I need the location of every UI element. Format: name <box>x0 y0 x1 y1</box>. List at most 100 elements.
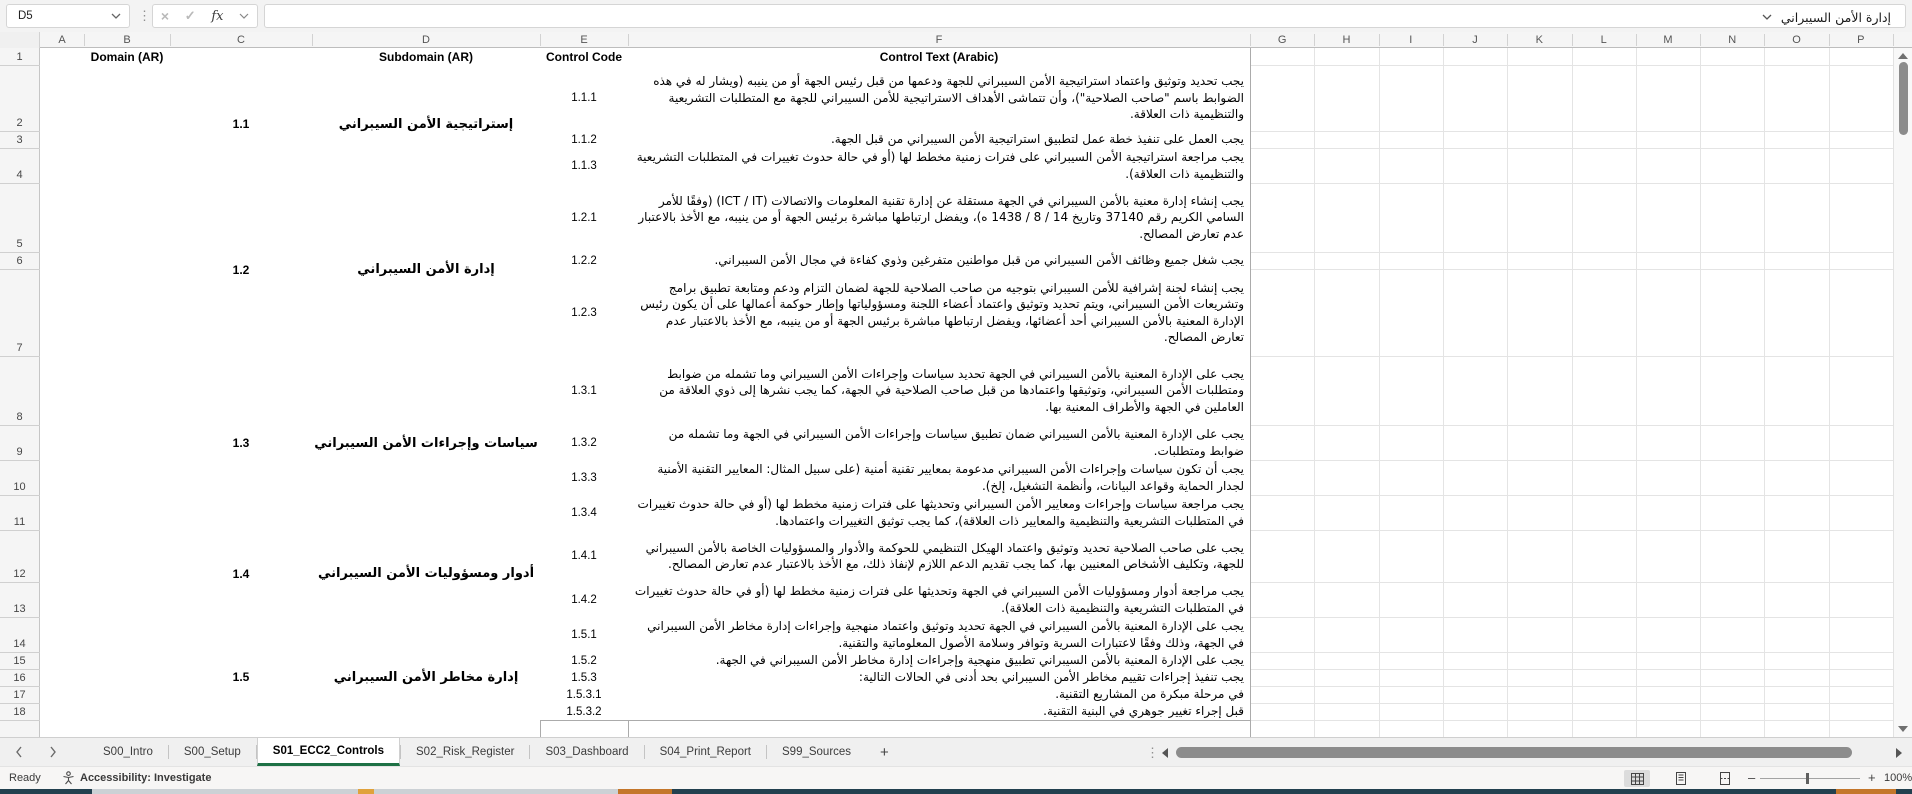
column-header-C[interactable]: C <box>170 32 312 48</box>
cell-control-code-1.2.3[interactable]: 1.2.3 <box>540 269 628 356</box>
zoom-slider-track[interactable] <box>1760 778 1860 779</box>
cell-control-code-1.1.2[interactable]: 1.1.2 <box>540 131 628 148</box>
column-header-M[interactable]: M <box>1636 32 1700 48</box>
cell-control-text-1.3.4[interactable]: يجب مراجعة سياسات وإجراءات ومعايير الأمن… <box>628 495 1250 530</box>
cell-control-text-1.1.1[interactable]: يجب تحديد وتوثيق واعتماد استراتيجية الأم… <box>628 65 1250 131</box>
column-header-I[interactable]: I <box>1379 32 1443 48</box>
cell-control-code-1.3.1[interactable]: 1.3.1 <box>540 356 628 425</box>
cell-control-code-1.5.3[interactable]: 1.5.3 <box>540 669 628 686</box>
cell-control-code-1.3.4[interactable]: 1.3.4 <box>540 495 628 530</box>
cell-control-text-1.5.3.2[interactable]: قبل إجراء تغيير جوهري في البنية التقنية. <box>628 703 1250 720</box>
cell-control-code-1.2.2[interactable]: 1.2.2 <box>540 252 628 269</box>
cell-control-text-1.5.3[interactable]: يجب تنفيذ إجراءات تقييم مخاطر الأمن السي… <box>628 669 1250 686</box>
column-header-O[interactable]: O <box>1764 32 1828 48</box>
prev-sheet-icon[interactable] <box>14 746 24 758</box>
vertical-scrollbar[interactable] <box>1893 48 1912 737</box>
column-header-B[interactable]: B <box>84 32 170 48</box>
cell-control-text-1.1.2[interactable]: يجب العمل على تنفيذ خطة عمل لتطبيق استرا… <box>628 131 1250 148</box>
cell-subdomain-name-1.1[interactable]: إستراتيجية الأمن السيبراني <box>312 65 540 183</box>
cell-control-code-1.1.1[interactable]: 1.1.1 <box>540 65 628 131</box>
column-header-H[interactable]: H <box>1314 32 1378 48</box>
sheet-tab-S99_Sources[interactable]: S99_Sources <box>767 738 866 766</box>
header-cell-domain[interactable]: Domain (AR) <box>84 48 170 65</box>
cell-domain-merged[interactable] <box>84 65 170 737</box>
cell-control-text-1.2.2[interactable]: يجب شغل جميع وظائف الأمن السيبراني من قب… <box>628 252 1250 269</box>
cell-control-text-1.3.3[interactable]: يجب أن تكون سياسات وإجراءات الأمن السيبر… <box>628 460 1250 495</box>
cell-control-code-1.3.3[interactable]: 1.3.3 <box>540 460 628 495</box>
column-header-E[interactable]: E <box>540 32 628 48</box>
cell-control-code-1.4.2[interactable]: 1.4.2 <box>540 582 628 617</box>
column-header-J[interactable]: J <box>1443 32 1507 48</box>
cell-control-code-1.5.1[interactable]: 1.5.1 <box>540 617 628 652</box>
accessibility-icon[interactable] <box>62 771 75 785</box>
cell-subdomain-name-1.4[interactable]: أدوار ومسؤوليات الأمن السيبراني <box>312 530 540 617</box>
header-cell-subdomain[interactable]: Subdomain (AR) <box>312 48 540 65</box>
next-sheet-icon[interactable] <box>48 746 58 758</box>
page-break-view-button[interactable] <box>1712 770 1738 787</box>
scroll-down-icon[interactable] <box>1898 726 1908 732</box>
sheet-tab-S03_Dashboard[interactable]: S03_Dashboard <box>530 738 643 766</box>
column-header-P[interactable]: P <box>1829 32 1893 48</box>
column-header-L[interactable]: L <box>1572 32 1636 48</box>
control-text: يجب أن تكون سياسات وإجراءات الأمن السيبر… <box>657 462 1244 493</box>
accessibility-status-label[interactable]: Accessibility: Investigate <box>80 772 211 784</box>
zoom-in-button[interactable]: + <box>1868 770 1876 785</box>
cell-subdomain-code-1.3[interactable]: 1.3 <box>170 356 312 530</box>
sheet-tab-S04_Print_Report[interactable]: S04_Print_Report <box>645 738 766 766</box>
cell-subdomain-name-1.3[interactable]: سياسات وإجراءات الأمن السيبراني <box>312 356 540 530</box>
cell-control-code-1.5.3.2[interactable]: 1.5.3.2 <box>540 703 628 720</box>
zoom-slider-thumb[interactable] <box>1806 773 1809 784</box>
header-cell-blank[interactable] <box>170 48 312 65</box>
page-break-view-icon <box>1720 772 1730 785</box>
cell-control-text-1.4.2[interactable]: يجب مراجعة أدوار ومسؤوليات الأمن السيبرا… <box>628 582 1250 617</box>
hscroll-left-icon[interactable] <box>1162 748 1168 758</box>
cell-control-code-1.2.1[interactable]: 1.2.1 <box>540 183 628 252</box>
cell-control-code-1.1.3[interactable]: 1.1.3 <box>540 148 628 183</box>
column-header-F[interactable]: F <box>628 32 1250 48</box>
horizontal-scrollbar-thumb[interactable] <box>1176 747 1852 758</box>
zoom-level-label[interactable]: 100% <box>1884 772 1912 784</box>
sheet-tab-S00_Setup[interactable]: S00_Setup <box>169 738 256 766</box>
cell-control-code-1.3.2[interactable]: 1.3.2 <box>540 425 628 460</box>
cell-subdomain-name-1.2[interactable]: إدارة الأمن السيبراني <box>312 183 540 356</box>
page-layout-view-button[interactable] <box>1668 770 1694 787</box>
control-text: يجب مراجعة أدوار ومسؤوليات الأمن السيبرا… <box>634 584 1244 615</box>
column-header-N[interactable]: N <box>1700 32 1764 48</box>
cell-control-code-1.5.3.1[interactable]: 1.5.3.1 <box>540 686 628 703</box>
cell-subdomain-code-1.1[interactable]: 1.1 <box>170 65 312 183</box>
cell-control-text-1.4.1[interactable]: يجب على صاحب الصلاحية تحديد وتوثيق واعتم… <box>628 530 1250 582</box>
column-header-D[interactable]: D <box>312 32 540 48</box>
header-cell-control-code[interactable]: Control Code <box>540 48 628 65</box>
page-layout-view-icon <box>1676 772 1686 785</box>
add-sheet-button[interactable]: + <box>866 738 903 766</box>
hscroll-right-icon[interactable] <box>1896 748 1902 758</box>
column-header-K[interactable]: K <box>1507 32 1571 48</box>
cell-control-text-1.1.3[interactable]: يجب مراجعة استراتيجية الأمن السيبراني عل… <box>628 148 1250 183</box>
column-header-G[interactable]: G <box>1250 32 1314 48</box>
cell-control-text-1.3.2[interactable]: يجب على الإدارة المعنية بالأمن السيبراني… <box>628 425 1250 460</box>
sheet-tab-S01_ECC2_Controls[interactable]: S01_ECC2_Controls <box>256 738 401 766</box>
scroll-up-icon[interactable] <box>1898 53 1908 59</box>
cell-control-text-1.2.3[interactable]: يجب إنشاء لجنة إشرافية للأمن السيبراني ب… <box>628 269 1250 356</box>
cell-subdomain-code-1.2[interactable]: 1.2 <box>170 183 312 356</box>
cell-control-text-1.2.1[interactable]: يجب إنشاء إدارة معنية بالأمن السيبراني ف… <box>628 183 1250 252</box>
vertical-scrollbar-thumb[interactable] <box>1899 62 1908 135</box>
cell-control-text-1.3.1[interactable]: يجب على الإدارة المعنية بالأمن السيبراني… <box>628 356 1250 425</box>
cell-control-code-1.5.2[interactable]: 1.5.2 <box>540 652 628 669</box>
column-header-A[interactable]: A <box>40 32 84 48</box>
sheet-tab-S00_Intro[interactable]: S00_Intro <box>88 738 168 766</box>
cell-control-text-1.5.2[interactable]: يجب على الإدارة المعنية بالأمن السيبراني… <box>628 652 1250 669</box>
header-cell-control-text[interactable]: Control Text (Arabic) <box>628 48 1250 65</box>
cell-subdomain-code-1.5[interactable]: 1.5 <box>170 617 312 737</box>
sheet-tab-S02_Risk_Register[interactable]: S02_Risk_Register <box>401 738 529 766</box>
more-sheets-icon[interactable]: ⋮ <box>1146 745 1159 761</box>
zoom-out-button[interactable]: – <box>1748 770 1755 785</box>
cell-control-text-1.5.1[interactable]: يجب على الإدارة المعنية بالأمن السيبراني… <box>628 617 1250 652</box>
cell-control-code-1.4.1[interactable]: 1.4.1 <box>540 530 628 582</box>
cell-subdomain-code-1.4[interactable]: 1.4 <box>170 530 312 617</box>
horizontal-scrollbar[interactable] <box>1176 747 1888 758</box>
normal-view-button[interactable] <box>1624 770 1650 787</box>
cell-control-text-1.5.3.1[interactable]: في مرحلة مبكرة من المشاريع التقنية. <box>628 686 1250 703</box>
cell-subdomain-name-1.5[interactable]: إدارة مخاطر الأمن السيبراني <box>312 617 540 737</box>
control-text: يجب إنشاء لجنة إشرافية للأمن السيبراني ب… <box>640 280 1244 345</box>
